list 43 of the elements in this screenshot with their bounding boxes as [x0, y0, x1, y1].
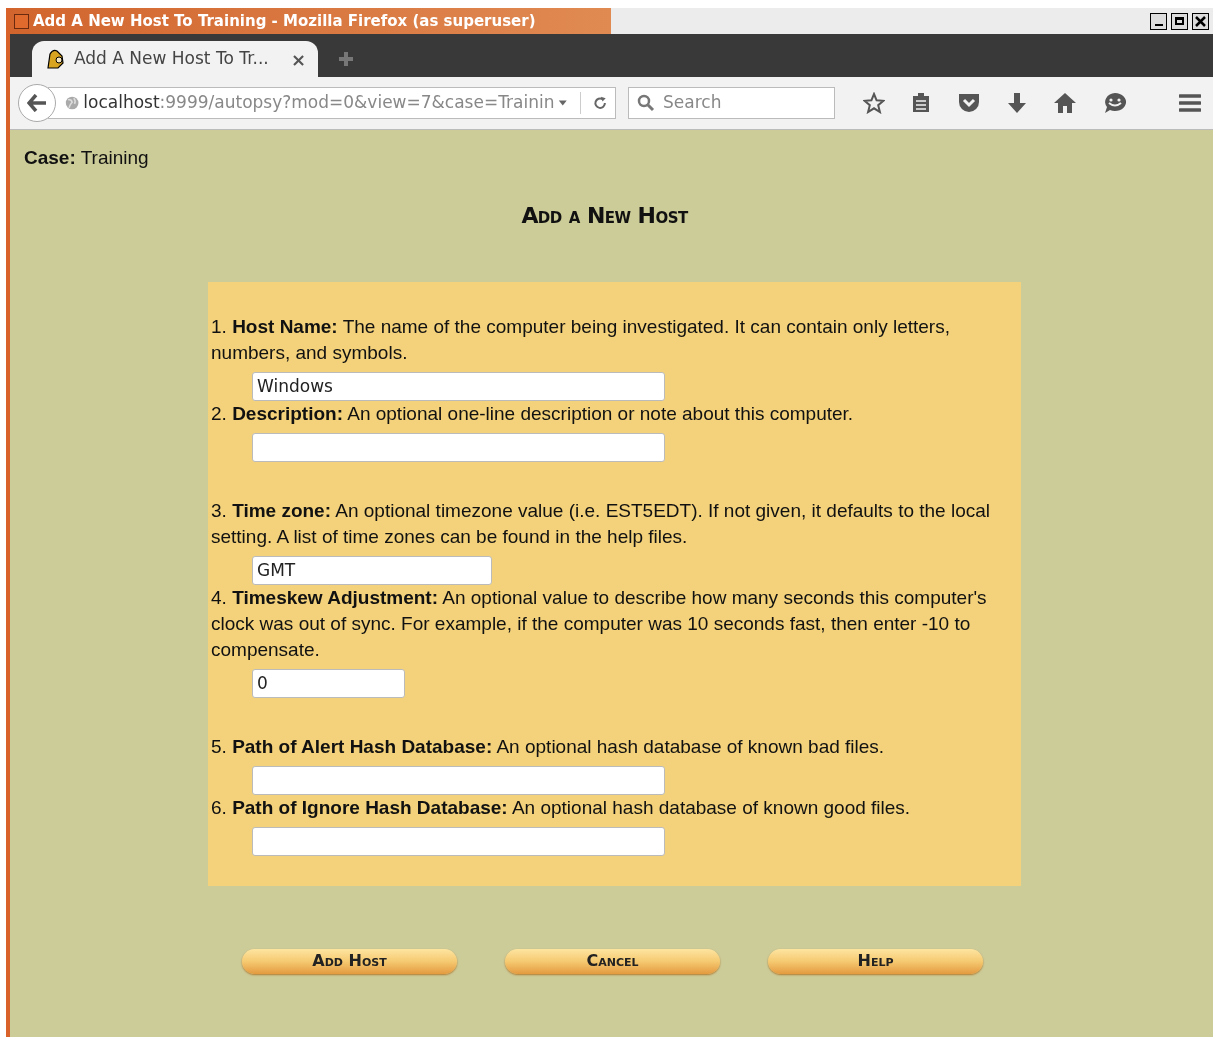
window-icon — [14, 13, 29, 29]
page-heading: Add a New Host — [521, 201, 688, 230]
reload-icon[interactable] — [592, 94, 607, 112]
action-button[interactable]: Add Host — [242, 948, 457, 974]
back-button[interactable] — [18, 84, 56, 122]
text-field[interactable] — [252, 432, 665, 462]
search-icon — [637, 94, 655, 112]
browser-tab[interactable]: Add A New Host To Tr... × — [32, 41, 318, 77]
text-field[interactable] — [252, 826, 665, 856]
action-button[interactable]: Cancel — [505, 948, 720, 974]
star-icon[interactable] — [863, 92, 885, 114]
tab-close-button[interactable]: × — [290, 45, 306, 73]
window-title: Add A New Host To Training - Mozilla Firefox (as superuser) — [33, 10, 536, 32]
globe-icon — [65, 94, 80, 112]
menu-icon[interactable] — [1179, 94, 1201, 112]
close-button[interactable] — [1192, 12, 1209, 30]
chat-icon[interactable] — [1103, 92, 1127, 114]
field-description: 4. Timeskew Adjustment: An optional value to describe how many seconds this computer's clock was out of sync. For example, if the computer was 10 seconds fast, then enter -10 to compensate. — [211, 585, 988, 662]
field-description: 6. Path of Ignore Hash Database: An optional hash database of known good files. — [211, 795, 912, 820]
field-description: 5. Path of Alert Hash Database: An optional hash database of known bad files. — [211, 734, 886, 759]
url-text: localhost:9999/autopsy?mod=0&view=7&case=Trainin — [83, 91, 555, 115]
close-icon — [1195, 15, 1206, 27]
case-name: Case: Training — [24, 146, 150, 170]
new-tab-icon[interactable] — [338, 51, 354, 67]
text-field[interactable]: GMT — [252, 555, 492, 585]
home-icon[interactable] — [1053, 92, 1077, 114]
text-field[interactable] — [252, 765, 665, 795]
action-button[interactable]: Help — [768, 948, 983, 974]
minimize-button[interactable] — [1150, 12, 1167, 30]
back-arrow-icon — [27, 94, 47, 112]
download-icon[interactable] — [1007, 92, 1027, 114]
search-field[interactable]: Search — [628, 87, 835, 119]
text-field[interactable]: 0 — [252, 668, 405, 698]
address-bar[interactable]: localhost:9999/autopsy?mod=0&view=7&case=Trainin — [48, 87, 616, 119]
pocket-icon[interactable] — [957, 92, 981, 114]
dropdown-icon[interactable] — [558, 99, 568, 107]
clipboard-icon[interactable] — [911, 92, 931, 114]
text-field[interactable]: Windows — [252, 371, 665, 401]
field-description: 1. Host Name: The name of the computer being investigated. It can contain only letters, numbers, and symbols. — [211, 314, 951, 365]
maximize-button[interactable] — [1171, 12, 1188, 30]
field-description: 3. Time zone: An optional timezone value (i.e. EST5EDT). If not given, it defaults to the local setting. A list of time zones can be found in the help files. — [211, 498, 992, 549]
field-description: 2. Description: An optional one-line description or note about this computer. — [211, 401, 855, 426]
tab-title: Add A New Host To Tr... — [74, 47, 270, 71]
